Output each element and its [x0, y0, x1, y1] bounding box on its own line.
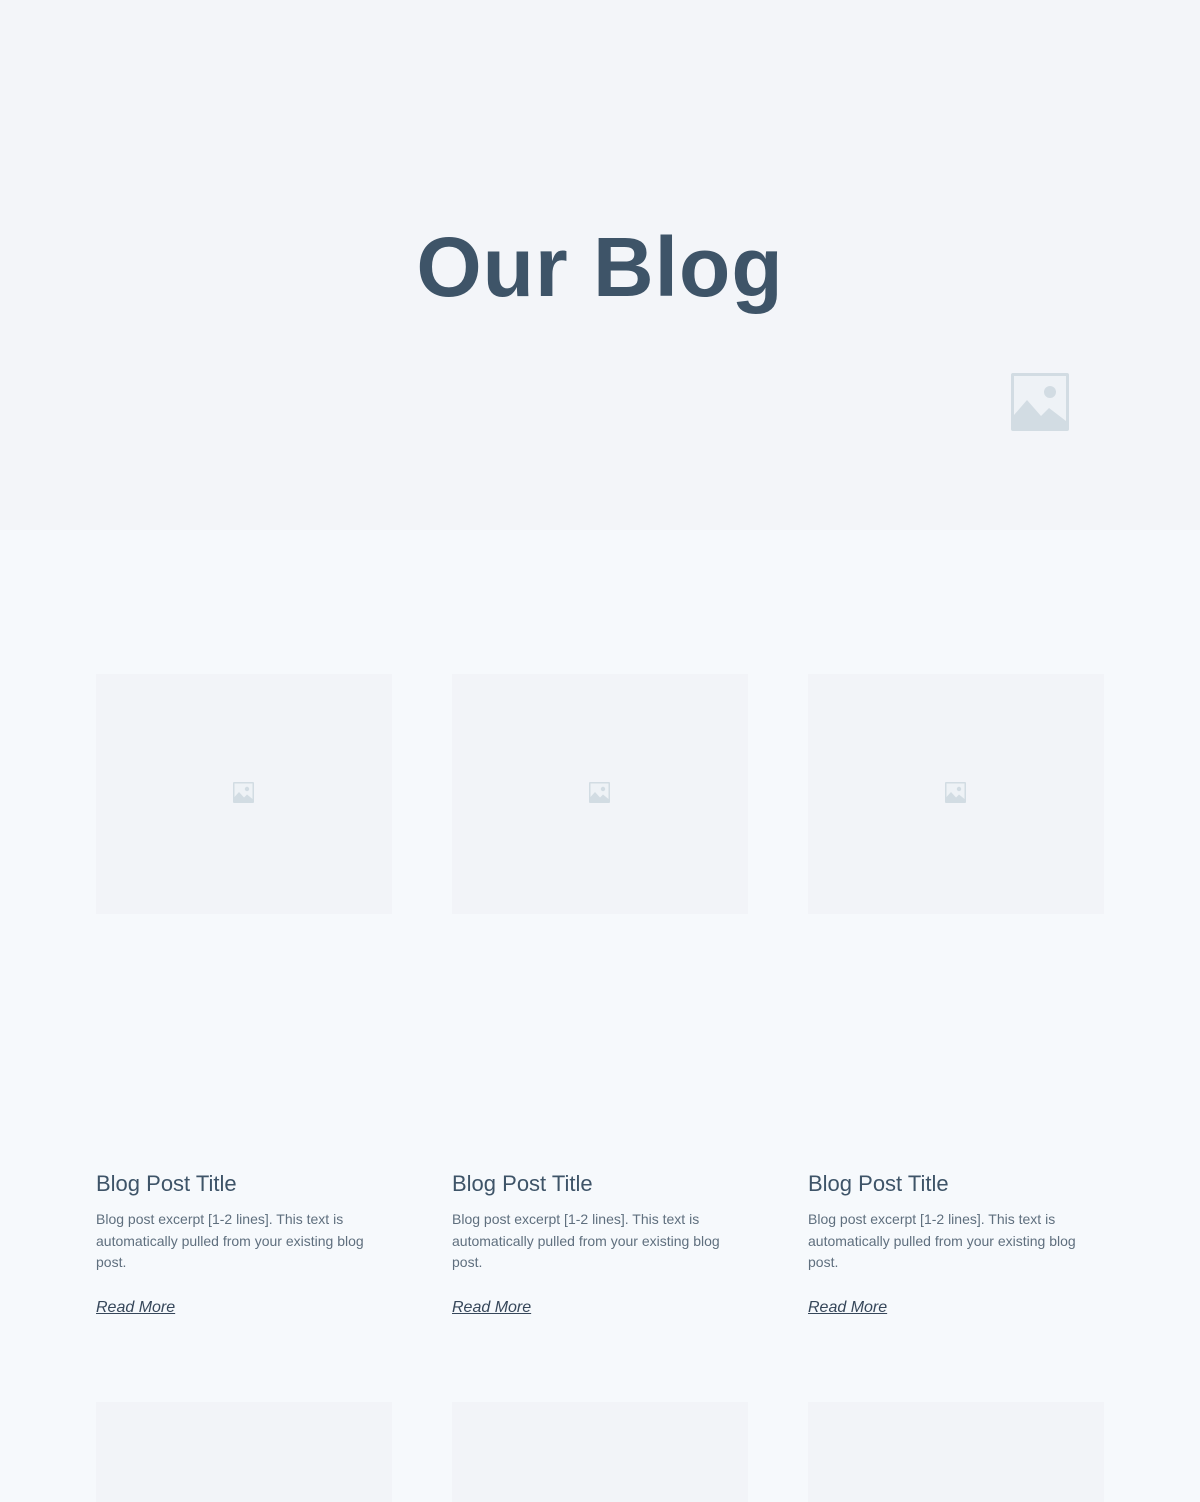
post-title[interactable]: Blog Post Title [96, 1170, 237, 1198]
post-image[interactable] [808, 674, 1104, 914]
read-more-link[interactable]: Read More [96, 1299, 175, 1317]
post-image[interactable] [452, 1402, 748, 1502]
read-more-link[interactable]: Read More [808, 1299, 887, 1317]
post-image[interactable] [96, 1402, 392, 1502]
read-more-link[interactable]: Read More [452, 1299, 531, 1317]
post-excerpt: Blog post excerpt [1-2 lines]. This text… [808, 1211, 1076, 1270]
post-excerpt: Blog post excerpt [1-2 lines]. This text… [452, 1211, 720, 1270]
image-placeholder-icon [1011, 373, 1069, 431]
page-title: Our Blog [416, 220, 784, 314]
image-placeholder-icon [945, 782, 966, 803]
post-image[interactable] [808, 1402, 1104, 1502]
blog-posts-grid: Blog Post Title Blog post excerpt [1-2 l… [0, 530, 1200, 1502]
post-image[interactable] [452, 674, 748, 914]
hero-section: Our Blog [0, 0, 1200, 530]
image-placeholder-icon [233, 782, 254, 803]
post-title[interactable]: Blog Post Title [452, 1170, 593, 1198]
image-placeholder-icon [589, 782, 610, 803]
post-image[interactable] [96, 674, 392, 914]
post-title[interactable]: Blog Post Title [808, 1170, 949, 1198]
post-excerpt: Blog post excerpt [1-2 lines]. This text… [96, 1211, 364, 1270]
